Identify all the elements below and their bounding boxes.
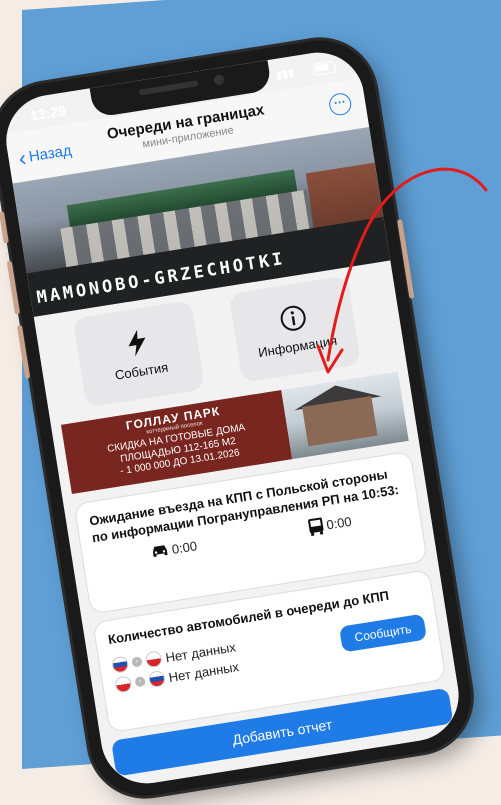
bus-wait-value: 0:00 [325,513,353,533]
bus-icon [307,517,324,537]
direction-icon: › [134,675,146,688]
signal-icon: ▮▮▮ [275,67,296,82]
ad-house-photo [281,371,409,460]
status-time: 13:29 [29,102,67,124]
speaker [137,80,199,96]
direction-icon: › [131,656,143,668]
poland-flag-icon [144,650,163,669]
bus-wait: 0:00 [306,512,353,537]
car-wait-value: 0:00 [170,537,199,557]
events-tile[interactable]: События [72,300,206,408]
info-icon [280,305,306,331]
status-icons: ▮▮▮ ◠ [275,60,337,82]
info-label: Информация [257,332,339,360]
info-tile[interactable]: Информация [228,275,362,383]
battery-icon [312,60,337,76]
russia-flag-icon [147,669,167,689]
russia-flag-icon [111,655,130,674]
volume-down-button [16,324,31,379]
car-icon [153,545,168,558]
car-wait: 0:00 [150,536,199,561]
events-label: События [113,359,170,383]
wifi-icon: ◠ [298,64,310,79]
poland-flag-icon [114,675,133,694]
front-camera [212,74,225,86]
lightning-icon [128,329,146,356]
mute-switch [0,211,9,244]
volume-up-button [6,260,21,315]
